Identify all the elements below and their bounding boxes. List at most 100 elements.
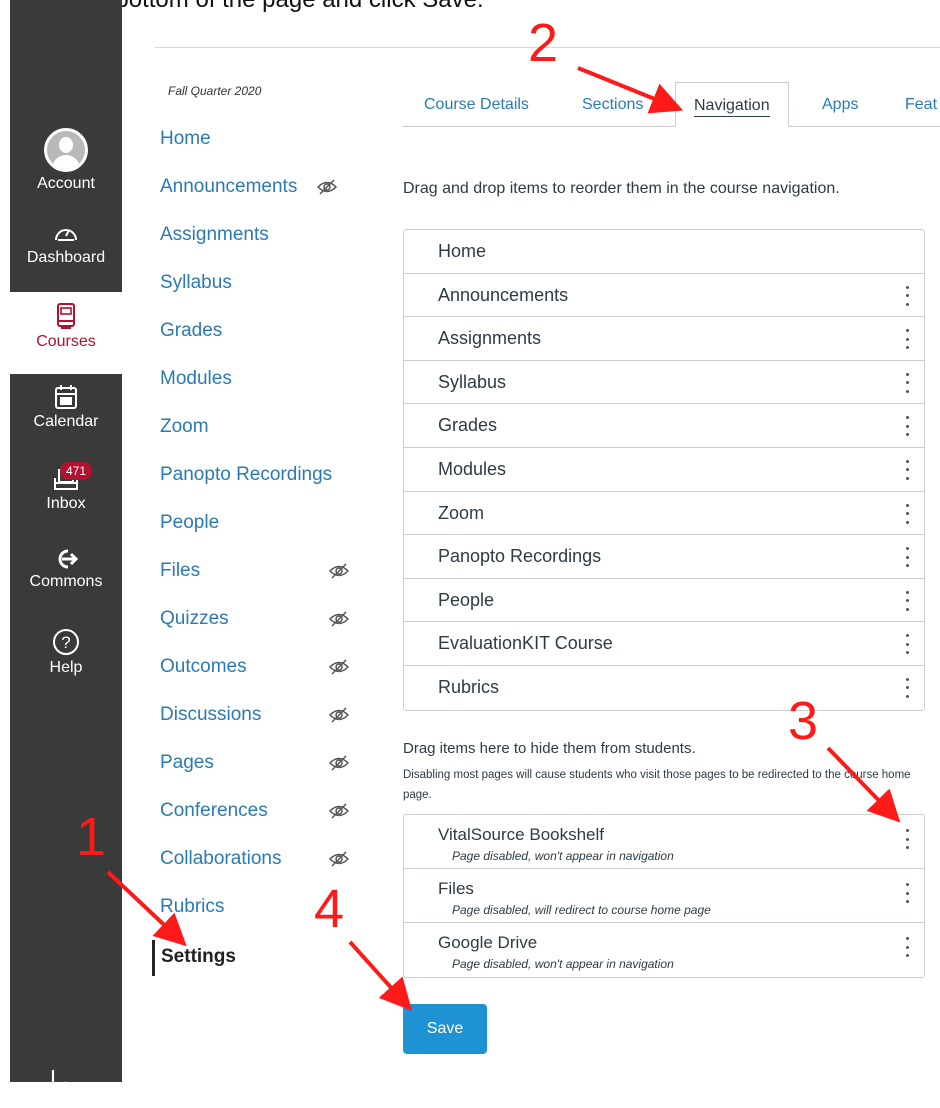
- nav-item-label: Grades: [438, 415, 498, 436]
- global-nav-inbox[interactable]: 471 Inbox: [10, 462, 122, 513]
- collapse-nav-button[interactable]: |←: [10, 1065, 122, 1096]
- global-nav-courses[interactable]: Courses: [10, 292, 122, 374]
- global-nav-label: Calendar: [33, 413, 99, 430]
- nav-item-label: Assignments: [438, 328, 542, 349]
- hidden-item-name: Files: [438, 879, 474, 898]
- kebab-menu-icon[interactable]: [902, 503, 912, 524]
- avatar-icon: [44, 128, 88, 172]
- tab-course-details[interactable]: Course Details: [424, 96, 529, 114]
- course-nav-files[interactable]: Files: [160, 560, 360, 596]
- kebab-menu-icon[interactable]: [902, 459, 912, 480]
- kebab-menu-icon[interactable]: [902, 372, 912, 393]
- hidden-list-item[interactable]: Files Page disabled, will redirect to co…: [404, 869, 924, 923]
- kebab-menu-icon[interactable]: [902, 677, 912, 698]
- global-nav-help[interactable]: ? Help: [10, 628, 122, 677]
- kebab-menu-icon[interactable]: [902, 937, 912, 957]
- kebab-menu-icon[interactable]: [902, 329, 912, 350]
- hidden-eye-icon: [328, 659, 350, 675]
- course-nav-modules[interactable]: Modules: [160, 368, 360, 404]
- kebab-menu-icon[interactable]: [902, 285, 912, 306]
- global-nav-commons[interactable]: Commons: [10, 548, 122, 591]
- kebab-menu-icon[interactable]: [902, 883, 912, 903]
- tab-apps[interactable]: Apps: [822, 96, 858, 114]
- nav-list-item[interactable]: Announcements: [404, 274, 924, 318]
- kebab-menu-icon[interactable]: [902, 590, 912, 611]
- course-nav-grades[interactable]: Grades: [160, 320, 360, 356]
- nav-list-item[interactable]: EvaluationKIT Course: [404, 622, 924, 666]
- tab-features[interactable]: Feat: [905, 96, 937, 114]
- global-nav-label: Commons: [29, 573, 103, 590]
- nav-list-item[interactable]: Assignments: [404, 317, 924, 361]
- hidden-eye-icon: [328, 563, 350, 579]
- tab-label: Navigation: [694, 97, 770, 117]
- global-nav-label: Courses: [36, 333, 96, 350]
- global-nav-dashboard[interactable]: Dashboard: [10, 222, 122, 267]
- global-nav-calendar[interactable]: Calendar: [10, 384, 122, 431]
- course-nav-assignments[interactable]: Assignments: [160, 224, 360, 260]
- hidden-item-note: Page disabled, won't appear in navigatio…: [452, 849, 674, 863]
- course-nav-discussions[interactable]: Discussions: [160, 704, 360, 740]
- kebab-menu-icon[interactable]: [902, 416, 912, 437]
- course-nav-conferences[interactable]: Conferences: [160, 800, 360, 836]
- hidden-item-note: Page disabled, won't appear in navigatio…: [452, 957, 674, 971]
- tab-navigation[interactable]: Navigation: [675, 82, 789, 127]
- hidden-item-note: Page disabled, will redirect to course h…: [452, 903, 711, 917]
- course-nav-quizzes[interactable]: Quizzes: [160, 608, 360, 644]
- nav-item-label: Home: [438, 241, 487, 261]
- kebab-menu-icon[interactable]: [902, 547, 912, 568]
- course-nav-outcomes[interactable]: Outcomes: [160, 656, 360, 692]
- hidden-list-item[interactable]: Google Drive Page disabled, won't appear…: [404, 923, 924, 977]
- nav-list-item[interactable]: Modules: [404, 448, 924, 492]
- commons-icon: [58, 549, 78, 569]
- global-nav-label: Dashboard: [26, 249, 106, 266]
- nav-item-label: Rubrics: [438, 676, 500, 697]
- calendar-icon: [55, 385, 77, 409]
- hidden-eye-icon: [328, 803, 350, 819]
- help-icon: ?: [53, 629, 79, 655]
- annotation-number-1: 1: [76, 807, 107, 867]
- nav-list-item[interactable]: Grades: [404, 404, 924, 448]
- nav-item-label: Announcements: [438, 284, 569, 305]
- annotation-number-4: 4: [314, 879, 345, 939]
- course-nav-zoom[interactable]: Zoom: [160, 416, 360, 452]
- global-nav-label: Inbox: [46, 495, 86, 512]
- hidden-eye-icon: [328, 755, 350, 771]
- course-nav-syllabus[interactable]: Syllabus: [160, 272, 360, 308]
- hidden-eye-icon: [328, 611, 350, 627]
- nav-list-item[interactable]: Rubrics: [404, 666, 924, 710]
- hidden-list-item[interactable]: VitalSource Bookshelf Page disabled, won…: [404, 815, 924, 869]
- save-button[interactable]: Save: [403, 1004, 487, 1054]
- tab-sections[interactable]: Sections: [582, 96, 643, 114]
- course-nav-announcements[interactable]: Announcements: [160, 176, 360, 212]
- annotation-number-3: 3: [788, 691, 819, 751]
- course-nav-label: Discussions: [160, 704, 262, 725]
- nav-item-label: Modules: [438, 458, 507, 479]
- dashboard-icon: [55, 229, 77, 241]
- course-nav-panopto[interactable]: Panopto Recordings: [160, 464, 360, 500]
- global-nav-account[interactable]: Account: [10, 128, 122, 193]
- course-nav-label: Files: [160, 560, 201, 581]
- global-navigation: Account Dashboard Courses Calendar 471 I…: [10, 0, 122, 1095]
- global-nav-label: Help: [49, 659, 83, 676]
- nav-list-item[interactable]: People: [404, 579, 924, 623]
- hide-items-title: Drag items here to hide them from studen…: [403, 740, 696, 757]
- kebab-menu-icon[interactable]: [902, 829, 912, 849]
- inbox-unread-badge: 471: [60, 462, 93, 480]
- hidden-eye-icon: [316, 179, 338, 195]
- nav-item-label: People: [438, 589, 495, 610]
- nav-list-item[interactable]: Home: [404, 230, 924, 274]
- course-nav-label: Conferences: [160, 800, 268, 821]
- tabs-divider: [403, 126, 940, 127]
- nav-list-item[interactable]: Panopto Recordings: [404, 535, 924, 579]
- enabled-nav-list: Home Announcements Assignments Syllabus …: [403, 229, 925, 711]
- hidden-eye-icon: [328, 851, 350, 867]
- kebab-menu-icon[interactable]: [902, 634, 912, 655]
- course-nav-label: Announcements: [160, 176, 298, 197]
- hide-items-description: Disabling most pages will cause students…: [403, 769, 911, 801]
- nav-list-item[interactable]: Syllabus: [404, 361, 924, 405]
- course-nav-home[interactable]: Home: [160, 128, 360, 164]
- course-nav-people[interactable]: People: [160, 512, 360, 548]
- course-nav-settings[interactable]: Settings: [152, 940, 352, 976]
- nav-list-item[interactable]: Zoom: [404, 492, 924, 536]
- course-nav-pages[interactable]: Pages: [160, 752, 360, 788]
